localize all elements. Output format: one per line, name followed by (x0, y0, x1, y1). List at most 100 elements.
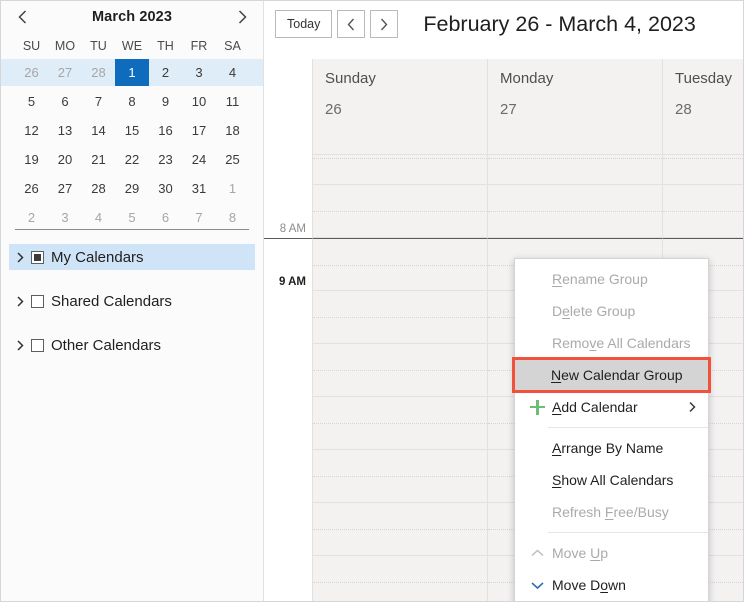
menu-separator (548, 427, 708, 428)
time-slot-cell[interactable] (312, 291, 487, 344)
date-cell[interactable]: 23 (149, 146, 183, 173)
date-cell[interactable]: 5 (115, 204, 149, 231)
date-cell[interactable]: 10 (182, 88, 216, 115)
date-cell[interactable]: 4 (82, 204, 116, 231)
time-label: 9 AM (279, 276, 306, 288)
chevron-right-icon[interactable] (689, 402, 696, 413)
date-cell[interactable]: 27 (48, 59, 82, 86)
date-cell[interactable]: 20 (48, 146, 82, 173)
date-cell[interactable]: 15 (115, 117, 149, 144)
date-cell[interactable]: 2 (149, 59, 183, 86)
today-button[interactable]: Today (275, 10, 332, 38)
date-navigator-week-row: 2627281234 (1, 59, 263, 86)
time-slot-cell[interactable] (662, 155, 743, 185)
date-cell[interactable]: 7 (182, 204, 216, 231)
time-slot-cell[interactable] (312, 397, 487, 450)
date-cell[interactable]: 21 (82, 146, 116, 173)
calendar-group-checkbox[interactable] (31, 339, 44, 352)
time-gutter-cell: 8 AM (264, 185, 312, 238)
date-navigator-title: March 2023 (33, 9, 231, 25)
date-cell[interactable]: 25 (216, 146, 250, 173)
hour-row: 8 AM (264, 185, 743, 238)
time-slot-cell[interactable] (312, 556, 487, 601)
date-cell[interactable]: 9 (149, 88, 183, 115)
date-cell[interactable]: 30 (149, 175, 183, 202)
day-header-cell[interactable]: Monday27 (487, 59, 662, 155)
date-cell[interactable]: 28 (82, 59, 116, 86)
menu-item[interactable]: Arrange By Name (515, 432, 708, 464)
time-slot-cell[interactable] (487, 185, 662, 238)
date-cell[interactable]: 1 (216, 175, 250, 202)
date-cell[interactable]: 14 (82, 117, 116, 144)
chevron-right-icon[interactable] (231, 5, 253, 29)
menu-item-label: Add Calendar (552, 399, 638, 415)
day-header-cell[interactable]: Tuesday28 (662, 59, 743, 155)
menu-item-highlighted[interactable]: New Calendar Group (514, 359, 709, 391)
date-cell[interactable]: 5 (15, 88, 49, 115)
chevron-right-icon[interactable] (17, 340, 31, 351)
date-cell[interactable]: 11 (216, 88, 250, 115)
calendar-group-row[interactable]: My Calendars (9, 244, 255, 270)
calendar-group-row[interactable]: Shared Calendars (9, 288, 255, 314)
date-cell[interactable]: 7 (82, 88, 116, 115)
time-gutter-cell (264, 155, 312, 185)
menu-item[interactable]: Show All Calendars (515, 464, 708, 496)
time-slot-cell[interactable] (312, 155, 487, 185)
previous-period-button[interactable] (337, 10, 365, 38)
date-navigator-week-row: 12131415161718 (1, 117, 263, 144)
date-cell[interactable]: 28 (82, 175, 116, 202)
menu-item-label: Move Up (552, 545, 608, 561)
calendar-group-context-menu[interactable]: Rename GroupDelete GroupRemove All Calen… (514, 258, 709, 601)
menu-item[interactable]: Add Calendar (515, 391, 708, 423)
date-cell[interactable]: 8 (115, 88, 149, 115)
date-cell[interactable]: 3 (48, 204, 82, 231)
date-cell[interactable]: 6 (149, 204, 183, 231)
date-cell[interactable]: 26 (15, 175, 49, 202)
date-cell[interactable]: 31 (182, 175, 216, 202)
date-cell[interactable]: 16 (149, 117, 183, 144)
time-slot-cell[interactable] (312, 238, 487, 291)
time-gutter-cell (264, 556, 312, 601)
time-slot-cell[interactable] (487, 155, 662, 185)
calendar-group-row[interactable]: Other Calendars (9, 332, 255, 358)
date-cell[interactable]: 19 (15, 146, 49, 173)
date-cell[interactable]: 22 (115, 146, 149, 173)
calendar-group-checkbox[interactable] (31, 295, 44, 308)
calendar-group-checkbox[interactable] (31, 251, 44, 264)
hour-row (264, 155, 743, 185)
date-cell[interactable]: 2 (15, 204, 49, 231)
date-cell[interactable]: 29 (115, 175, 149, 202)
date-cell[interactable]: 17 (182, 117, 216, 144)
left-navigation-pane: March 2023 SUMOTUWETHFRSA 26272812345678… (1, 1, 263, 601)
time-slot-cell[interactable] (312, 185, 487, 238)
chevron-right-icon[interactable] (17, 296, 31, 307)
date-cell[interactable]: 4 (216, 59, 250, 86)
chevron-right-icon[interactable] (17, 252, 31, 263)
day-number: 26 (325, 101, 487, 118)
chevron-up-icon (523, 549, 552, 558)
menu-item: Refresh Free/Busy (515, 496, 708, 528)
date-cell[interactable]: 3 (182, 59, 216, 86)
chevron-left-icon[interactable] (11, 5, 33, 29)
date-cell-selected[interactable]: 1 (115, 59, 149, 86)
date-cell[interactable]: 24 (182, 146, 216, 173)
time-gutter-cell (264, 450, 312, 503)
date-cell[interactable]: 6 (48, 88, 82, 115)
time-slot-cell[interactable] (312, 503, 487, 556)
menu-item[interactable]: Move Down (515, 569, 708, 601)
next-period-button[interactable] (370, 10, 398, 38)
time-slot-cell[interactable] (312, 344, 487, 397)
date-cell[interactable]: 13 (48, 117, 82, 144)
day-header-cell[interactable]: Sunday26 (312, 59, 487, 155)
time-slot-cell[interactable] (312, 450, 487, 503)
date-cell[interactable]: 18 (216, 117, 250, 144)
date-cell[interactable]: 26 (15, 59, 49, 86)
date-navigator-dow-row: SUMOTUWETHFRSA (1, 35, 263, 57)
week-day-header-row: Sunday26Monday27Tuesday28 (264, 59, 743, 155)
date-cell[interactable]: 12 (15, 117, 49, 144)
time-slot-cell[interactable] (662, 185, 743, 238)
menu-item-label: Remove All Calendars (552, 335, 691, 351)
date-cell[interactable]: 27 (48, 175, 82, 202)
pane-divider (15, 229, 249, 230)
date-cell[interactable]: 8 (216, 204, 250, 231)
